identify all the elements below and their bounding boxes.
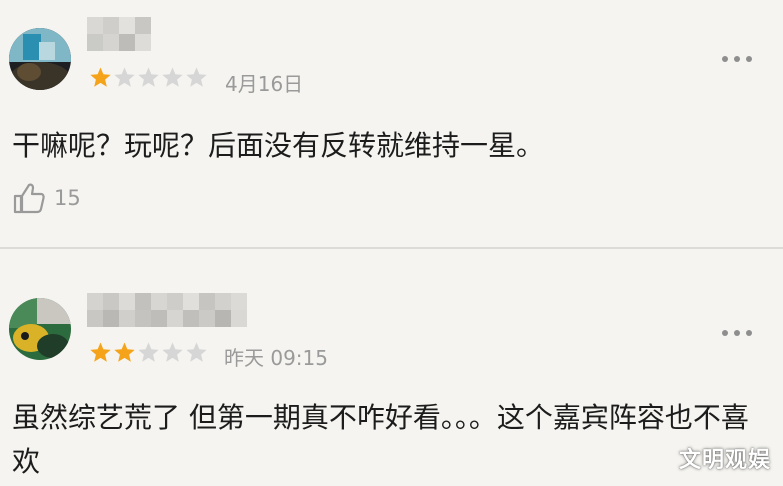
username-pixelated — [87, 293, 247, 327]
user-avatar-icon[interactable] — [9, 28, 71, 90]
star-empty-icon — [162, 67, 183, 87]
star-empty-icon — [138, 342, 159, 362]
star-empty-icon — [186, 67, 207, 87]
review-date: 昨天 09:15 — [224, 346, 328, 370]
review-card-1: 4月16日 干嘛呢？玩呢？后面没有反转就维持一星。 15 — [0, 0, 783, 248]
user-avatar-icon[interactable] — [9, 298, 71, 360]
more-options-icon[interactable] — [722, 330, 752, 336]
username-pixelated — [87, 17, 159, 51]
star-filled-icon — [90, 342, 111, 362]
watermark-logo: 文明观娱 — [678, 448, 771, 473]
review-date: 4月16日 — [225, 72, 304, 96]
review-text: 虽然综艺荒了 但第一期真不咋好看。。。这个嘉宾阵容也不喜欢 — [12, 401, 749, 478]
star-filled-icon — [90, 67, 111, 87]
star-rating — [89, 341, 208, 364]
divider — [0, 247, 783, 249]
like-button[interactable]: 15 — [12, 181, 81, 215]
star-empty-icon — [186, 342, 207, 362]
star-empty-icon — [162, 342, 183, 362]
star-filled-icon — [114, 342, 135, 362]
review-text: 干嘛呢？玩呢？后面没有反转就维持一星。 — [12, 129, 545, 162]
star-empty-icon — [138, 67, 159, 87]
thumbs-up-icon — [13, 183, 45, 214]
star-empty-icon — [114, 67, 135, 87]
like-count: 15 — [54, 186, 81, 210]
more-options-icon[interactable] — [722, 56, 752, 62]
star-rating — [89, 66, 208, 89]
review-card-2: 昨天 09:15 虽然综艺荒了 但第一期真不咋好看。。。这个嘉宾阵容也不喜欢 — [0, 250, 783, 486]
